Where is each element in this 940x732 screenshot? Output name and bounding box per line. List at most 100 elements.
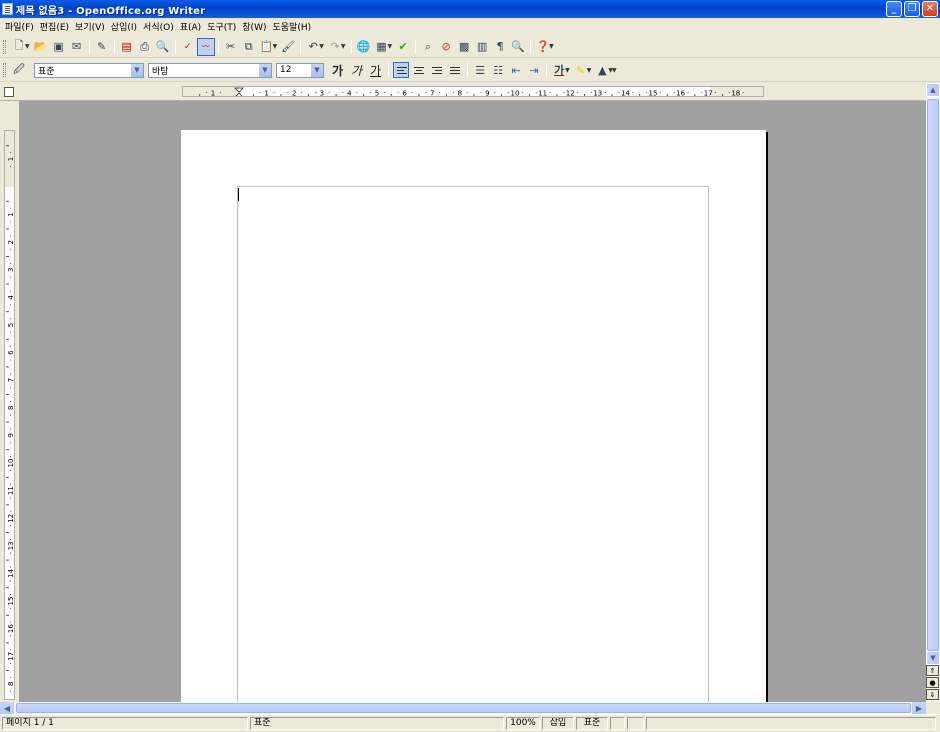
ruler-tick-mark [10, 538, 11, 540]
document-page[interactable] [181, 130, 766, 702]
decrease-indent-icon[interactable]: ⇤ [507, 61, 525, 79]
redo-dropdown-arrow[interactable]: ▼ [341, 43, 346, 50]
ruler-tick-mark [722, 94, 723, 96]
toolbar-grip[interactable] [3, 63, 6, 77]
justify-button[interactable] [447, 62, 463, 78]
vertical-scroll-thumb[interactable] [927, 99, 939, 651]
page-preview-icon[interactable]: 🔍 [154, 38, 172, 56]
hyperlink-icon[interactable]: 🌐 [355, 38, 373, 56]
font-name-combo[interactable]: 바탕 ▼ [148, 62, 272, 78]
undo-dropdown-arrow[interactable]: ▼ [319, 43, 324, 50]
align-center-button[interactable] [411, 62, 427, 78]
text-boundaries[interactable] [237, 186, 709, 702]
scroll-left-button[interactable]: ◀ [0, 702, 14, 714]
ruler-tick-label: 6 [7, 350, 15, 355]
navigator-icon[interactable]: ⊘ [437, 38, 455, 56]
navigation-icon[interactable]: ● [926, 677, 939, 688]
ruler-tick-mark [10, 511, 11, 513]
menu-edit[interactable]: 편집(E) [37, 20, 72, 33]
paragraph-style-combo[interactable]: 표준 ▼ [34, 62, 144, 78]
ruler-tick-mark [390, 94, 392, 96]
font-color-dropdown-arrow[interactable]: ▼ [565, 67, 570, 74]
separator [546, 63, 548, 77]
numbering-icon[interactable]: ☰ [471, 61, 489, 79]
writer-app-icon[interactable] [2, 3, 13, 15]
toolbar-overflow-arrow[interactable]: ▼ [612, 67, 617, 74]
selection-mode-indicator[interactable]: 표준 [576, 717, 608, 730]
increase-indent-icon[interactable]: ⇥ [525, 61, 543, 79]
email-icon[interactable]: ✉ [68, 38, 86, 56]
close-button[interactable]: ✕ [922, 1, 938, 17]
find-replace-icon[interactable]: ⌕ [419, 38, 437, 56]
styles-formatting-icon[interactable]: 🖉 [10, 61, 28, 79]
toolbar-grip[interactable] [3, 39, 6, 54]
restore-button[interactable]: ❐ [904, 1, 920, 17]
draw-functions-icon[interactable]: ✔ [394, 38, 412, 56]
font-size-combo[interactable]: 12 ▼ [276, 62, 324, 78]
chevron-down-icon[interactable]: ▼ [258, 63, 271, 77]
horizontal-ruler[interactable]: 1 1 2 3 4 5 6 7 8 9 10 11 12 13 14 15 16 17 18 [182, 86, 764, 97]
copy-icon[interactable]: ⧉ [240, 38, 258, 56]
chevron-down-icon[interactable]: ▼ [130, 63, 143, 77]
new-dropdown-arrow[interactable]: ▼ [25, 43, 30, 50]
paste-dropdown-arrow[interactable]: ▼ [273, 43, 278, 50]
scroll-right-button[interactable]: ▶ [912, 702, 926, 714]
next-page-icon[interactable]: ⇓ [926, 689, 939, 700]
edit-file-icon[interactable]: ✎ [93, 38, 111, 56]
menu-tools[interactable]: 도구(T) [204, 20, 239, 33]
menu-file[interactable]: 파일(F) [2, 20, 37, 33]
horizontal-scrollbar[interactable]: ◀ ▶ [0, 702, 926, 714]
bullets-icon[interactable]: ☷ [489, 61, 507, 79]
open-icon[interactable]: 📂 [32, 38, 50, 56]
print-icon[interactable]: ⎙ [136, 38, 154, 56]
ruler-tick-mark [701, 92, 703, 93]
export-pdf-icon[interactable]: ▤ [118, 38, 136, 56]
menu-table[interactable]: 표(A) [177, 20, 204, 33]
gallery-icon[interactable]: ▩ [455, 38, 473, 56]
ruler-tick-mark [646, 92, 648, 93]
vertical-ruler[interactable]: 112345678910111213141516178 [4, 130, 15, 700]
align-right-button[interactable] [429, 62, 445, 78]
chevron-down-icon[interactable]: ▼ [310, 63, 323, 77]
ruler-tick-label: 11 [7, 486, 15, 495]
ruler-tick-mark [6, 394, 9, 395]
page-indicator[interactable]: 페이지 1 / 1 [2, 717, 248, 730]
menu-view[interactable]: 보기(V) [72, 20, 108, 33]
minimize-button[interactable]: _ [886, 1, 902, 17]
italic-button[interactable]: 가 [347, 62, 366, 79]
separator [174, 39, 176, 54]
tab-stop-selector[interactable] [4, 87, 14, 97]
menu-window[interactable]: 창(W) [239, 20, 269, 33]
formatting-marks-icon[interactable]: ¶ [491, 38, 509, 56]
highlighting-dropdown-arrow[interactable]: ▼ [587, 67, 592, 74]
data-sources-icon[interactable]: ▥ [473, 38, 491, 56]
underline-button[interactable]: 가 [366, 62, 385, 79]
insert-mode-indicator[interactable]: 삽입 [542, 717, 574, 730]
ruler-tick-mark [10, 373, 11, 375]
page-style-indicator[interactable]: 표준 [250, 717, 504, 730]
horizontal-scroll-thumb[interactable] [16, 703, 911, 713]
vertical-scrollbar[interactable]: ▲ ▼ ⇑ ● ⇓ [926, 83, 940, 702]
ruler-tick-label: 3 [320, 90, 324, 98]
toolbar-overflow-arrow[interactable]: ▼ [549, 43, 554, 50]
menu-help[interactable]: 도움말(H) [269, 20, 314, 33]
cut-icon[interactable]: ✂ [222, 38, 240, 56]
ruler-tick-mark [10, 566, 11, 568]
digital-signature-indicator[interactable] [627, 717, 644, 730]
scroll-down-button[interactable]: ▼ [926, 651, 940, 665]
ruler-tick-mark [10, 690, 11, 692]
table-dropdown-arrow[interactable]: ▼ [388, 43, 393, 50]
bold-button[interactable]: 가 [328, 62, 347, 79]
save-icon[interactable]: ▣ [50, 38, 68, 56]
spellcheck-icon[interactable]: ✓ [179, 38, 197, 56]
zoom-icon[interactable]: 🔍 [509, 38, 527, 56]
zoom-indicator[interactable]: 100% [506, 717, 540, 730]
previous-page-icon[interactable]: ⇑ [926, 665, 939, 676]
clone-format-icon[interactable]: 🖌 [279, 38, 297, 56]
scroll-up-button[interactable]: ▲ [926, 83, 940, 97]
menu-format[interactable]: 서식(O) [140, 20, 177, 33]
align-left-button[interactable] [393, 62, 410, 78]
ruler-tick-mark [10, 400, 11, 402]
autospellcheck-icon[interactable]: 〰 [196, 37, 215, 56]
menu-insert[interactable]: 삽입(I) [108, 20, 140, 33]
